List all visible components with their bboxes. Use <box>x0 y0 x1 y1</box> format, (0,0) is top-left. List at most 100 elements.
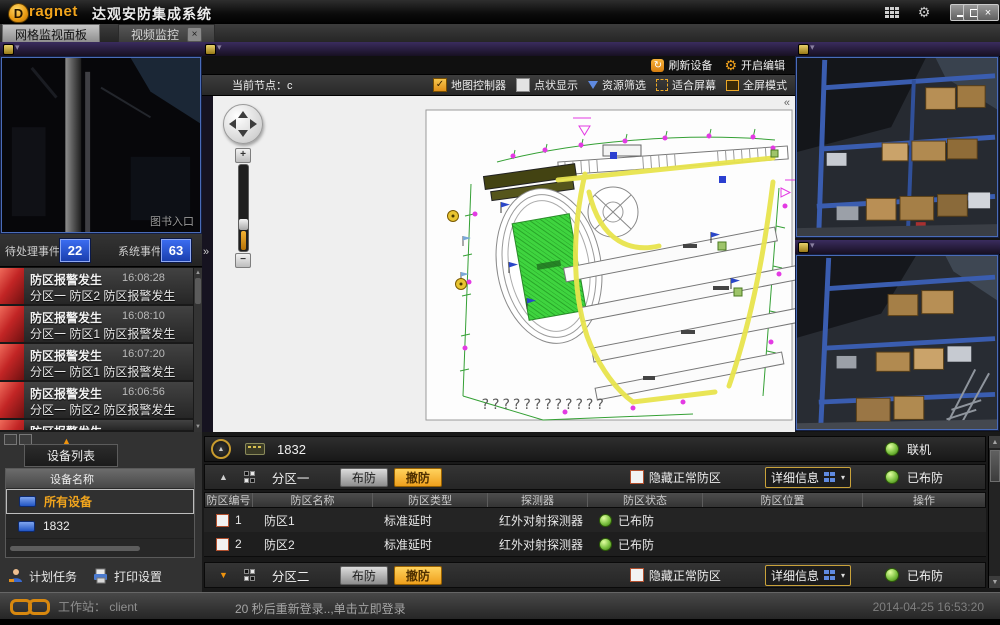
alarm-scrollbar[interactable]: ▲ ▼ <box>193 268 202 432</box>
close-glyph: × <box>985 8 991 18</box>
map-action-row: ↻ 刷新设备 ⚙ 开启编辑 <box>202 56 795 74</box>
map-controller-label: 地图控制器 <box>451 77 506 93</box>
start-edit-button[interactable]: ⚙ 开启编辑 <box>724 57 785 74</box>
scroll-down-icon[interactable]: ▼ <box>194 423 202 431</box>
partition1-row[interactable]: ▲ 分区一 布防 撤防 隐藏正常防区 详细信息 ▾ 已布防 <box>204 464 986 490</box>
scroll-up-icon[interactable]: ▲ <box>194 269 202 277</box>
start-edit-label: 开启编辑 <box>741 57 785 73</box>
collapse-right-icon[interactable]: » <box>203 246 209 258</box>
status-bar: 工作站： client 20 秒后重新登录..,单击立即登录 2014-04-2… <box>0 592 1000 620</box>
collapse-partition-icon[interactable]: ▲ <box>219 472 228 482</box>
chevron-down-icon[interactable]: ▾ <box>810 240 815 251</box>
checkbox-checked-icon[interactable]: ✓ <box>433 78 447 92</box>
settings-gear-icon[interactable]: ⚙ <box>916 5 932 19</box>
collapse-left-icon[interactable]: « <box>784 97 790 109</box>
video-feed-warehouse-1[interactable] <box>796 57 998 237</box>
zoom-in-button[interactable]: + <box>235 148 251 163</box>
arm-button[interactable]: 布防 <box>340 566 388 585</box>
alarm-item-partial[interactable]: 防区报警发生 <box>0 420 193 430</box>
zoom-out-button[interactable]: − <box>235 253 251 268</box>
col-zone-status: 防区状态 <box>588 493 703 507</box>
window-bottom-edge <box>0 619 1000 625</box>
zoom-slider[interactable] <box>238 164 249 252</box>
hide-normal-zones-checkbox[interactable]: 隐藏正常防区 <box>630 469 721 486</box>
tab-device-list[interactable]: 设备列表 <box>24 444 118 467</box>
detail-info-button[interactable]: 详细信息 ▾ <box>765 565 851 586</box>
dot-display-checkbox[interactable]: 点状显示 <box>516 77 578 93</box>
expand-partition-icon[interactable]: ▼ <box>219 570 228 580</box>
zone-checkbox[interactable] <box>216 514 229 527</box>
camera-node-icon[interactable] <box>3 44 14 55</box>
fullscreen-button[interactable]: 全屏模式 <box>726 77 787 93</box>
chevron-down-icon[interactable]: ▾ <box>217 42 222 53</box>
alarm-item[interactable]: 防区报警发生 16:06:56 分区一 防区2 防区报警发生 <box>0 382 193 418</box>
gear-glyph: ⚙ <box>918 5 931 19</box>
map-canvas[interactable]: ???????????? « + − <box>213 96 795 432</box>
tree-item-1832[interactable]: 1832 <box>6 514 194 539</box>
alarm-flag-icon <box>0 382 24 418</box>
hide-normal-zones-checkbox[interactable]: 隐藏正常防区 <box>630 567 721 584</box>
collapse-device-button[interactable]: ▲ <box>211 439 231 459</box>
tab-video-monitor[interactable]: 视频监控 × <box>118 24 215 44</box>
zone-checkbox[interactable] <box>216 538 229 551</box>
checkbox-empty-icon[interactable] <box>630 470 644 484</box>
scrollbar-thumb[interactable] <box>990 450 1000 482</box>
zone-type: 标准延时 <box>372 536 487 553</box>
chevron-down-icon[interactable]: ▾ <box>810 42 815 53</box>
device-1832-row[interactable]: ▲ 1832 联机 <box>204 436 986 462</box>
zoom-slider-thumb[interactable] <box>239 219 248 230</box>
zoom-slider-fill <box>241 231 246 250</box>
relogin-message[interactable]: 20 秒后重新登录..,单击立即登录 <box>235 600 406 617</box>
alarm-item[interactable]: 防区报警发生 16:08:28 分区一 防区2 防区报警发生 <box>0 268 193 304</box>
scheduled-task-button[interactable]: 计划任务 <box>8 568 77 585</box>
camera-node-icon[interactable] <box>798 242 809 253</box>
checkbox-empty-icon[interactable] <box>516 78 530 92</box>
checkbox-empty-icon[interactable] <box>630 568 644 582</box>
pan-right-icon[interactable] <box>250 119 257 129</box>
disarm-button[interactable]: 撤防 <box>394 566 442 585</box>
pan-down-icon[interactable] <box>238 130 248 137</box>
scroll-up-icon[interactable]: ▲ <box>989 436 1000 448</box>
map-pan-controller[interactable] <box>223 104 263 144</box>
tree-item-all-devices[interactable]: 所有设备 <box>6 489 194 514</box>
scrollbar-thumb[interactable] <box>195 278 201 304</box>
partition2-row[interactable]: ▼ 分区二 布防 撤防 隐藏正常防区 详细信息 ▾ 已布防 <box>204 562 986 588</box>
video-feed-entrance[interactable]: 图书入口 <box>1 57 201 233</box>
panel-window-icon[interactable] <box>4 434 17 445</box>
armed-status-icon <box>885 470 899 484</box>
resource-filter-button[interactable]: 资源筛选 <box>588 77 646 93</box>
title-bar: D ragnet 达观安防集成系统 ⚙ × <box>0 0 1000 24</box>
zone-detector: 红外对射探测器 <box>487 536 587 553</box>
pan-left-icon[interactable] <box>229 119 236 129</box>
zone-row-1[interactable]: 1 防区1 标准延时 红外对射探测器 已布防 <box>204 508 986 533</box>
arm-button[interactable]: 布防 <box>340 468 388 487</box>
chevron-down-icon[interactable]: ▾ <box>15 42 20 53</box>
fit-screen-button[interactable]: 适合屏幕 <box>656 77 716 93</box>
disarm-button[interactable]: 撤防 <box>394 468 442 487</box>
alarm-item[interactable]: 防区报警发生 16:08:10 分区一 防区1 防区报警发生 <box>0 306 193 342</box>
partition-name: 分区二 <box>272 566 332 585</box>
zone-row-2[interactable]: 2 防区2 标准延时 红外对射探测器 已布防 <box>204 532 986 557</box>
tree-horizontal-scrollbar[interactable] <box>10 546 140 551</box>
panel-scrollbar[interactable]: ▲ ▼ <box>988 436 1000 588</box>
chevron-down-icon: ▾ <box>841 473 845 482</box>
tab-grid-panel[interactable]: 网格监视面板 <box>2 24 100 43</box>
scroll-down-icon[interactable]: ▼ <box>989 576 1000 588</box>
layout-grid-icon[interactable] <box>884 5 900 19</box>
alarm-item[interactable]: 防区报警发生 16:07:20 分区一 防区1 防区报警发生 <box>0 344 193 380</box>
print-settings-button[interactable]: 打印设置 <box>93 568 162 585</box>
close-button[interactable]: × <box>977 4 999 21</box>
camera-node-icon[interactable] <box>798 44 809 55</box>
map-node-icon[interactable] <box>205 44 216 55</box>
link-icon <box>28 599 50 615</box>
right-video2-header: ▾ <box>795 240 1000 255</box>
video-feed-warehouse-2[interactable] <box>796 255 998 430</box>
zone-detector: 红外对射探测器 <box>487 512 587 529</box>
event-counters: 待处理事件 22 系统事件 63 <box>0 234 202 267</box>
tab-close-icon[interactable]: × <box>187 27 202 42</box>
pan-up-icon[interactable] <box>238 111 248 118</box>
refresh-devices-button[interactable]: ↻ 刷新设备 <box>651 57 712 73</box>
brand-logo-text: ragnet <box>29 3 78 20</box>
detail-info-button[interactable]: 详细信息 ▾ <box>765 467 851 488</box>
map-controller-checkbox[interactable]: ✓ 地图控制器 <box>433 77 506 93</box>
